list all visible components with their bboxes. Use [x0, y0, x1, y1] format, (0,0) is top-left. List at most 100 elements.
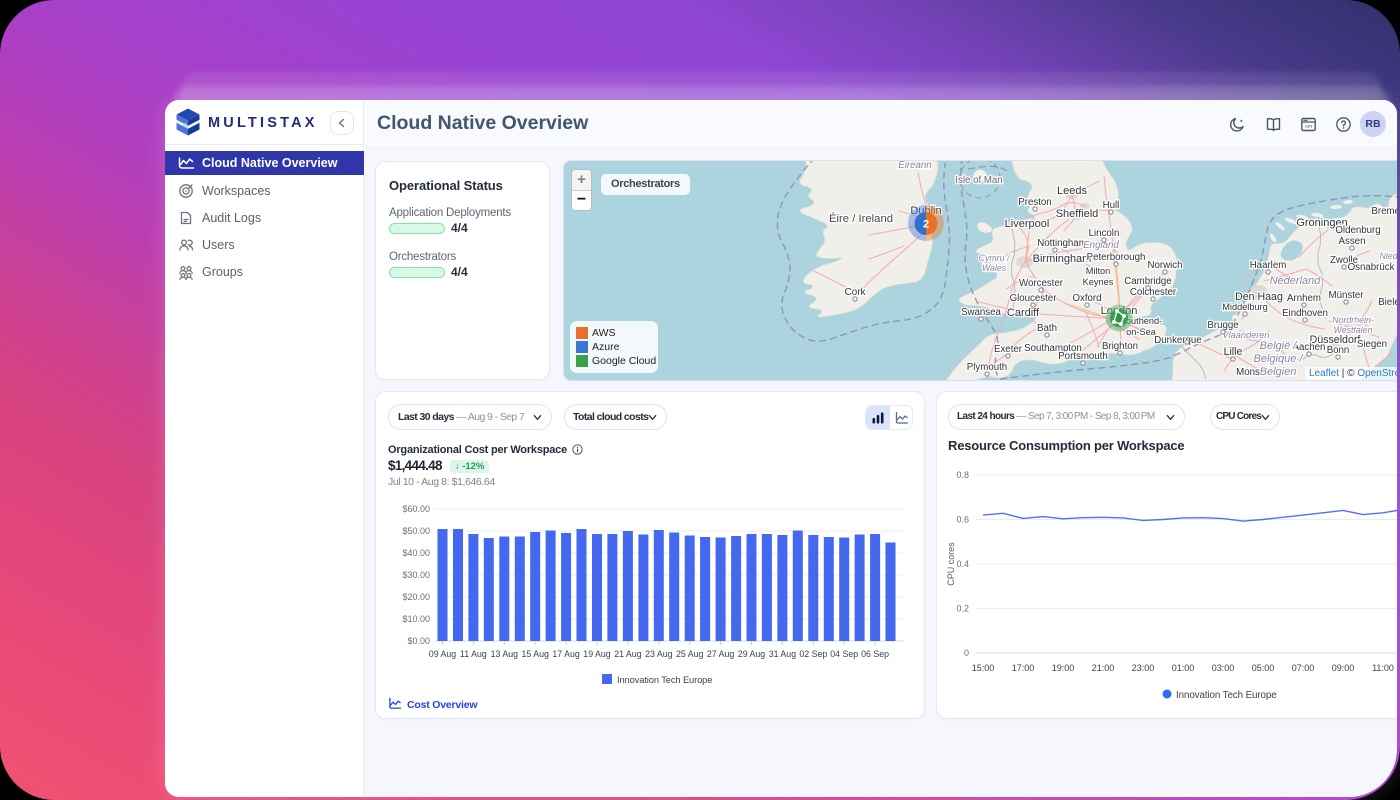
- svg-text:Colchester: Colchester: [1130, 287, 1177, 298]
- svg-text:09:00: 09:00: [1332, 663, 1355, 673]
- svg-text:Middelburg: Middelburg: [1222, 302, 1267, 312]
- svg-text:Innovation Tech Europe: Innovation Tech Europe: [1176, 690, 1277, 701]
- svg-text:Hull: Hull: [1103, 200, 1120, 211]
- svg-text:$30.00: $30.00: [402, 570, 430, 580]
- svg-text:27 Aug: 27 Aug: [707, 649, 735, 659]
- svg-text:Innovation Tech Europe: Innovation Tech Europe: [617, 675, 712, 685]
- svg-text:15 Aug: 15 Aug: [521, 649, 549, 659]
- svg-text:Preston: Preston: [1018, 197, 1051, 208]
- svg-text:Cymru /: Cymru /: [979, 253, 1011, 263]
- svg-text:Oxford: Oxford: [1072, 293, 1101, 304]
- svg-text:07:00: 07:00: [1292, 663, 1315, 673]
- svg-text:13 Aug: 13 Aug: [491, 649, 519, 659]
- svg-text:23:00: 23:00: [1132, 663, 1155, 673]
- svg-text:Eindhoven: Eindhoven: [1282, 308, 1328, 319]
- svg-text:09 Aug: 09 Aug: [429, 649, 457, 659]
- svg-text:Sheffield: Sheffield: [1056, 208, 1099, 220]
- svg-text:Great Britain: Great Britain: [1021, 161, 1084, 163]
- svg-text:2: 2: [923, 219, 929, 231]
- svg-text:Worcester: Worcester: [1019, 278, 1064, 289]
- svg-text:25 Aug: 25 Aug: [676, 649, 704, 659]
- svg-text:$10.00: $10.00: [402, 614, 430, 624]
- svg-text:Bielefe: Bielefe: [1378, 297, 1397, 308]
- svg-text:Wales: Wales: [982, 263, 1007, 273]
- svg-text:03:00: 03:00: [1212, 663, 1235, 673]
- svg-text:Isle of Man: Isle of Man: [955, 175, 1002, 186]
- svg-text:$20.00: $20.00: [402, 592, 430, 602]
- svg-text:Lille: Lille: [1224, 346, 1243, 358]
- svg-text:19 Aug: 19 Aug: [583, 649, 611, 659]
- svg-text:0: 0: [964, 648, 969, 658]
- svg-text:Lincoln: Lincoln: [1089, 228, 1120, 239]
- svg-text:01:00: 01:00: [1172, 663, 1195, 673]
- svg-text:Belgique /: Belgique /: [1254, 353, 1304, 365]
- svg-text:API: API: [1305, 124, 1312, 129]
- svg-text:Siegen: Siegen: [1357, 339, 1387, 350]
- svg-text:England: England: [1083, 240, 1119, 251]
- svg-text:België /: België /: [1260, 340, 1298, 352]
- svg-text:Arnhem: Arnhem: [1287, 293, 1321, 304]
- svg-text:0.2: 0.2: [956, 604, 969, 614]
- svg-text:29 Aug: 29 Aug: [738, 649, 766, 659]
- svg-text:21 Aug: 21 Aug: [614, 649, 642, 659]
- svg-text:Dunkerque: Dunkerque: [1154, 335, 1201, 346]
- svg-text:Swansea: Swansea: [961, 307, 1001, 318]
- svg-text:19:00: 19:00: [1052, 663, 1075, 673]
- svg-text:0.8: 0.8: [956, 470, 969, 480]
- svg-text:Leeds: Leeds: [1057, 185, 1087, 197]
- svg-text:Westfalen: Westfalen: [1334, 325, 1373, 335]
- svg-text:Éireann: Éireann: [898, 161, 931, 171]
- svg-text:Bonn: Bonn: [1327, 345, 1350, 356]
- svg-text:11 Aug: 11 Aug: [460, 649, 487, 659]
- svg-text:Cork: Cork: [844, 287, 866, 298]
- svg-text:Bremerh: Bremerh: [1371, 206, 1397, 217]
- svg-text:Exeter: Exeter: [994, 344, 1023, 355]
- svg-text:Mons: Mons: [1236, 367, 1260, 378]
- svg-text:02 Sep: 02 Sep: [799, 649, 827, 659]
- svg-text:Assen: Assen: [1339, 236, 1366, 247]
- svg-text:Den Haag: Den Haag: [1235, 291, 1283, 303]
- svg-text:04 Sep: 04 Sep: [830, 649, 858, 659]
- svg-text:Cardiff: Cardiff: [1007, 307, 1040, 319]
- svg-text:Nordrhein-: Nordrhein-: [1332, 315, 1374, 325]
- svg-text:Milton: Milton: [1086, 266, 1111, 276]
- svg-text:on-Sea: on-Sea: [1126, 327, 1157, 337]
- svg-text:Aachen: Aachen: [1293, 342, 1326, 353]
- svg-text:Éire / Ireland: Éire / Ireland: [829, 212, 893, 225]
- svg-text:Plymouth: Plymouth: [967, 362, 1007, 373]
- svg-text:$40.00: $40.00: [402, 548, 430, 558]
- svg-text:CPU cores: CPU cores: [946, 542, 956, 586]
- svg-text:Haarlem: Haarlem: [1250, 260, 1287, 271]
- svg-text:Cambridge: Cambridge: [1124, 276, 1171, 287]
- svg-text:31 Aug: 31 Aug: [769, 649, 797, 659]
- svg-text:Portsmouth: Portsmouth: [1058, 351, 1108, 362]
- svg-text:05:00: 05:00: [1252, 663, 1275, 673]
- svg-text:Keynes: Keynes: [1083, 277, 1114, 287]
- svg-text:Osnabrück: Osnabrück: [1348, 262, 1395, 273]
- svg-text:Vlaanderen: Vlaanderen: [1223, 330, 1270, 340]
- svg-text:21:00: 21:00: [1092, 663, 1115, 673]
- svg-text:06 Sep: 06 Sep: [861, 649, 889, 659]
- svg-text:$50.00: $50.00: [402, 526, 430, 536]
- svg-text:Münster: Münster: [1329, 290, 1365, 301]
- svg-text:Niede: Niede: [1380, 251, 1398, 261]
- svg-text:17 Aug: 17 Aug: [552, 649, 580, 659]
- svg-text:0.6: 0.6: [956, 515, 969, 525]
- svg-text:Birmingham: Birmingham: [1033, 253, 1092, 265]
- svg-text:Nederland: Nederland: [1270, 275, 1322, 287]
- svg-text:Oldenburg: Oldenburg: [1335, 225, 1380, 236]
- svg-text:Liverpool: Liverpool: [1005, 218, 1050, 230]
- svg-text:23 Aug: 23 Aug: [645, 649, 673, 659]
- svg-text:Peterborough: Peterborough: [1087, 252, 1146, 263]
- svg-text:Gloucester: Gloucester: [1010, 293, 1058, 304]
- svg-text:Belgien: Belgien: [1260, 366, 1297, 378]
- svg-text:15:00: 15:00: [972, 663, 995, 673]
- svg-text:$0.00: $0.00: [407, 636, 430, 646]
- svg-text:11:00: 11:00: [1372, 663, 1394, 673]
- svg-text:Bath: Bath: [1037, 323, 1057, 334]
- svg-text:17:00: 17:00: [1012, 663, 1035, 673]
- svg-text:Norwich: Norwich: [1148, 260, 1183, 271]
- svg-text:Nottingham: Nottingham: [1037, 238, 1087, 249]
- svg-text:0.4: 0.4: [956, 559, 969, 569]
- svg-text:$60.00: $60.00: [402, 504, 430, 514]
